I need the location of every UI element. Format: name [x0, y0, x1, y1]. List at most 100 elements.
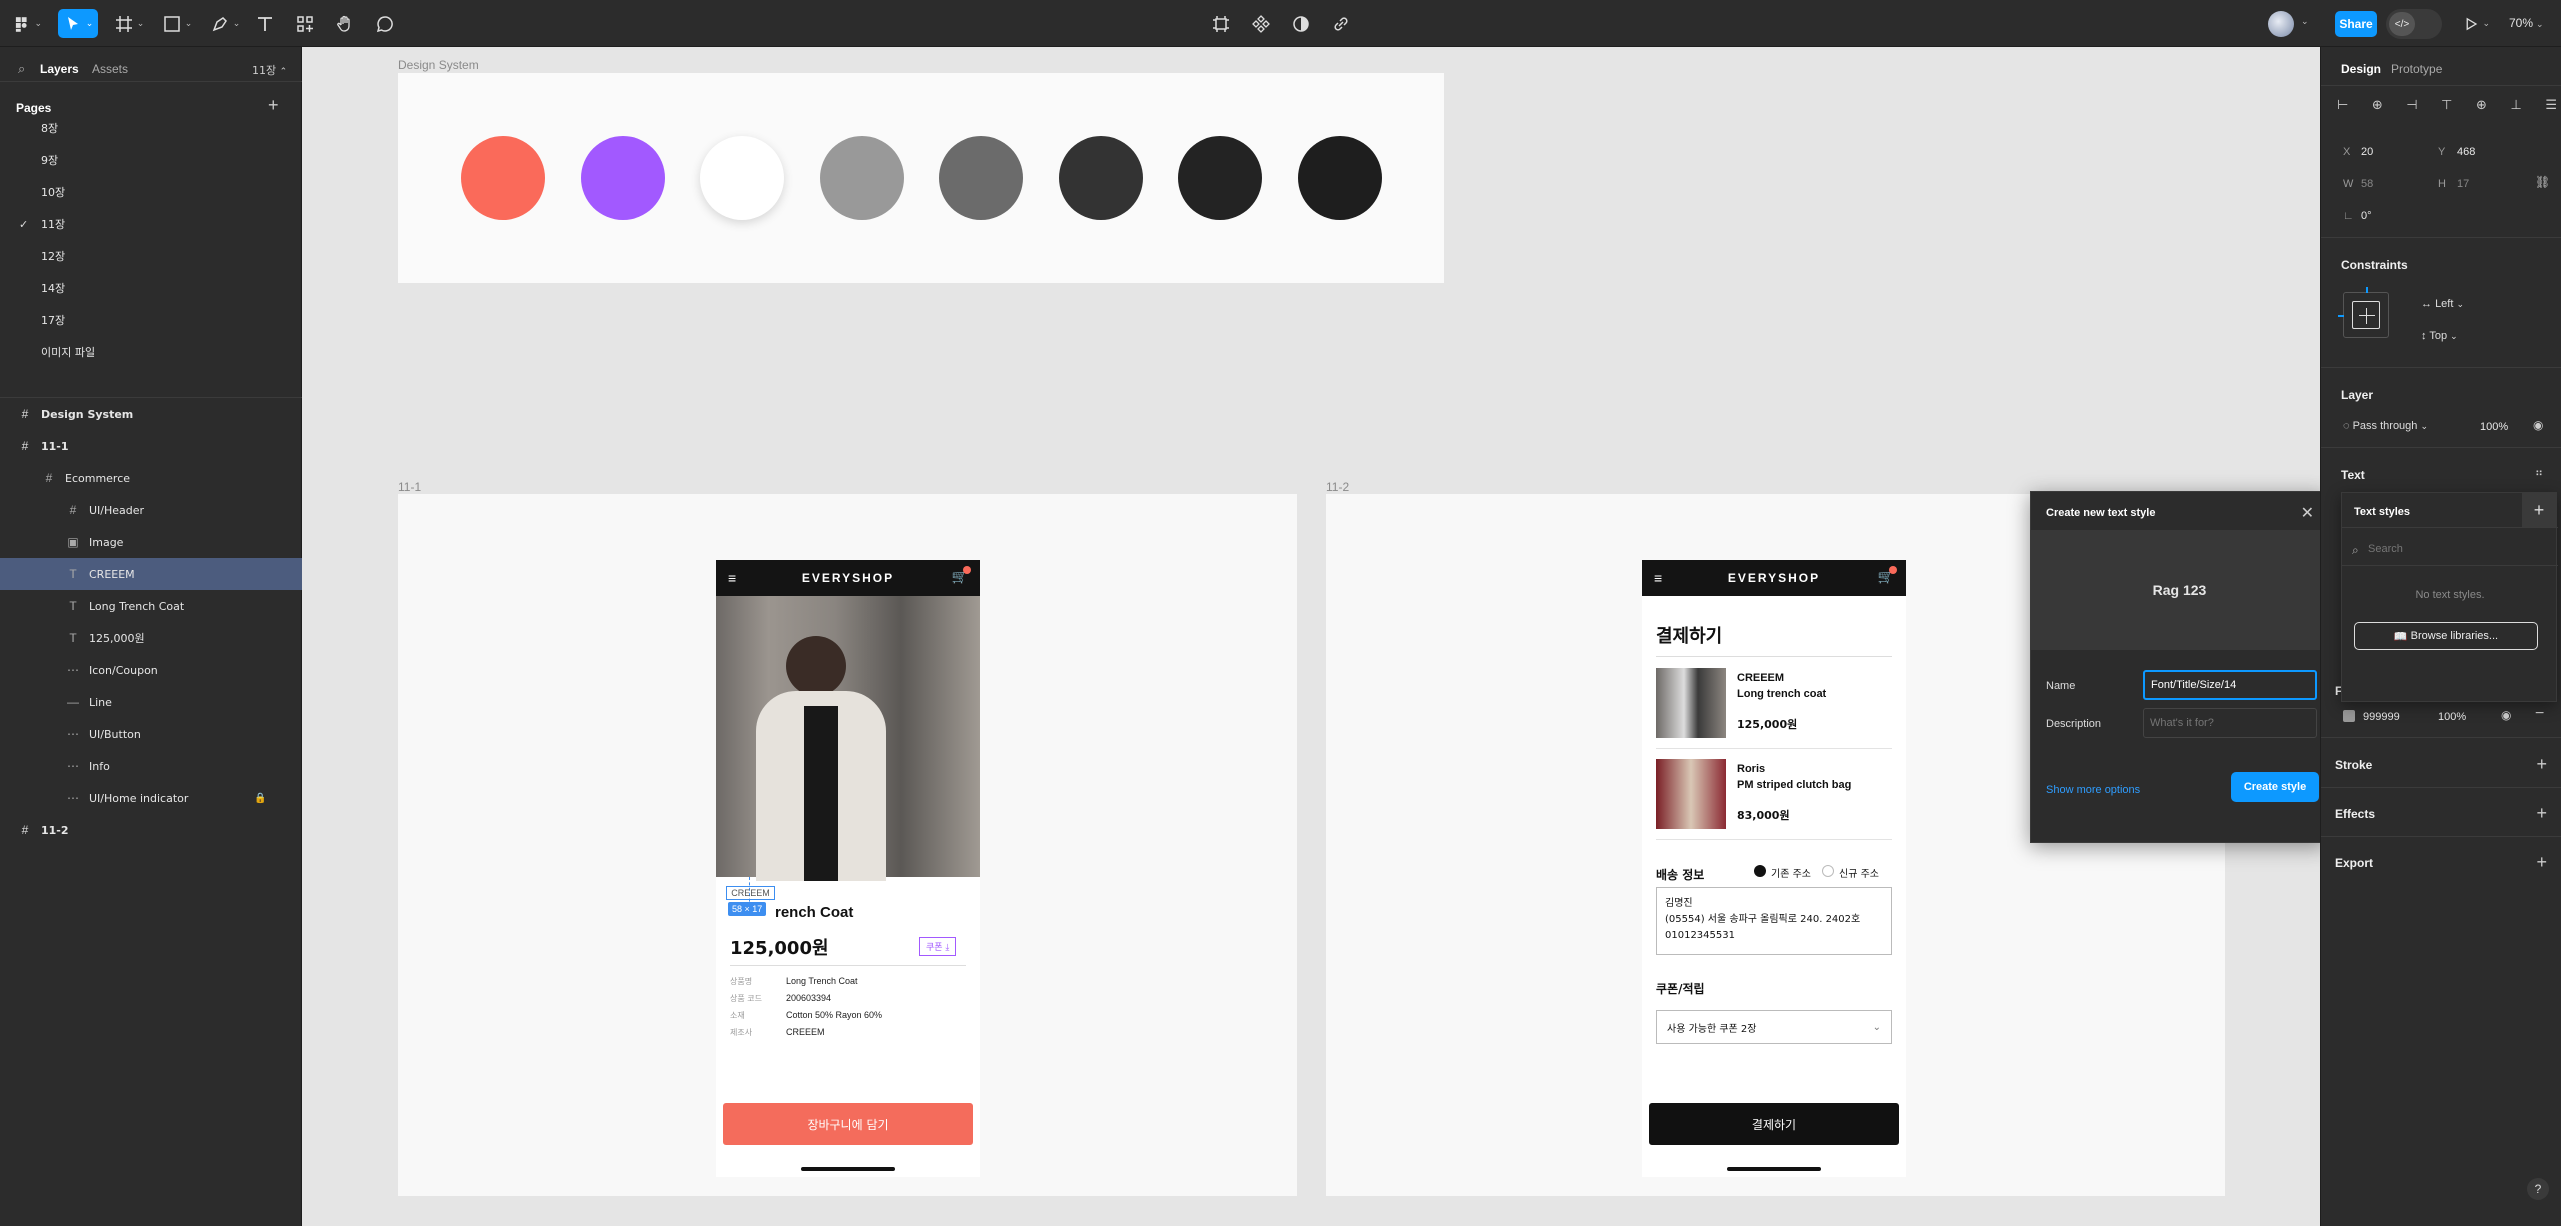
- add-stroke-icon[interactable]: +: [2536, 755, 2547, 773]
- layer-row[interactable]: #11-2: [0, 814, 302, 846]
- color-swatch[interactable]: [939, 136, 1023, 220]
- layer-row[interactable]: # UI/Header: [0, 494, 302, 526]
- align-left-icon[interactable]: ⊢: [2337, 97, 2348, 117]
- address-box[interactable]: 김명진 (05554) 서울 송파구 올림픽로 240. 2402호 01012…: [1656, 887, 1892, 955]
- layer-row[interactable]: ⋯ Info: [0, 750, 302, 782]
- constraint-horizontal-select[interactable]: ↔ Left ⌄: [2421, 298, 2464, 310]
- help-button[interactable]: ?: [2527, 1178, 2549, 1200]
- add-export-icon[interactable]: +: [2536, 853, 2547, 871]
- hamburger-menu-icon[interactable]: ≡: [1654, 570, 1662, 586]
- move-tool-button[interactable]: ⌄: [58, 9, 98, 38]
- coupon-select[interactable]: 사용 가능한 쿠폰 2장 ⌄: [1656, 1010, 1892, 1044]
- color-swatch[interactable]: [1178, 136, 1262, 220]
- page-item[interactable]: 12장: [0, 240, 302, 272]
- style-name-input[interactable]: [2143, 670, 2317, 700]
- constraint-vertical-select[interactable]: ↕ Top ⌄: [2421, 330, 2458, 342]
- layer-row[interactable]: — Line: [0, 686, 302, 718]
- phone-checkout[interactable]: ≡ EVERYSHOP 🛒 결제하기 배송 정보 기존 주소 신규 주소 김명진…: [1642, 560, 1906, 1177]
- page-item[interactable]: 17장: [0, 304, 302, 336]
- canvas[interactable]: Design System 11-1 11-2 ≡ EVERYSHOP 🛒 CR…: [303, 47, 2328, 1226]
- align-center-h-icon[interactable]: ⊕: [2372, 97, 2383, 117]
- color-swatch[interactable]: [819, 136, 904, 220]
- page-item[interactable]: 10장: [0, 176, 302, 208]
- w-input[interactable]: 58: [2361, 178, 2373, 190]
- h-input[interactable]: 17: [2457, 178, 2469, 190]
- layer-row[interactable]: T Long Trench Coat: [0, 590, 302, 622]
- frame-label-11-2[interactable]: 11-2: [1326, 480, 1349, 494]
- layer-row[interactable]: # Design System: [0, 398, 302, 430]
- frame-label-design-system[interactable]: Design System: [398, 58, 479, 72]
- page-item[interactable]: 8장: [0, 112, 302, 144]
- tab-assets[interactable]: Assets: [92, 62, 128, 76]
- layer-row[interactable]: #11-1: [0, 430, 302, 462]
- eye-icon[interactable]: ◉: [2533, 418, 2543, 432]
- resources-button[interactable]: [292, 9, 318, 38]
- style-description-input[interactable]: [2143, 708, 2317, 738]
- y-input[interactable]: 468: [2457, 146, 2475, 158]
- pen-tool-button[interactable]: ⌄: [208, 9, 242, 38]
- coupon-badge[interactable]: 쿠폰 ⤓: [919, 937, 957, 956]
- hand-tool-button[interactable]: [332, 9, 358, 38]
- add-text-style-icon[interactable]: +: [2522, 493, 2556, 527]
- hamburger-menu-icon[interactable]: ≡: [728, 570, 736, 586]
- browse-libraries-button[interactable]: 📖 Browse libraries...: [2354, 622, 2538, 650]
- style-grid-icon[interactable]: ⠶: [2535, 466, 2543, 479]
- text-styles-search-input[interactable]: [2368, 537, 2548, 561]
- x-input[interactable]: 20: [2361, 146, 2373, 158]
- page-item[interactable]: 14장: [0, 272, 302, 304]
- comment-tool-button[interactable]: [372, 9, 398, 38]
- color-swatch[interactable]: [461, 136, 545, 220]
- fill-hex-input[interactable]: 999999: [2363, 711, 2400, 723]
- add-effect-icon[interactable]: +: [2536, 804, 2547, 822]
- radio-new-address[interactable]: [1822, 865, 1834, 877]
- layer-opacity[interactable]: 100%: [2480, 421, 2508, 433]
- lock-icon[interactable]: 🔒: [254, 793, 266, 804]
- constrain-proportions-icon[interactable]: ⛓: [2535, 175, 2550, 189]
- zoom-level[interactable]: 70% ⌄: [2509, 16, 2544, 30]
- eye-icon[interactable]: ◉: [2501, 708, 2511, 722]
- layer-row[interactable]: ▣ Image: [0, 526, 302, 558]
- frame-selection-button[interactable]: [1208, 9, 1234, 38]
- align-top-icon[interactable]: ⊤: [2441, 97, 2452, 117]
- component-button[interactable]: [1248, 9, 1274, 38]
- layer-row[interactable]: ⋯ Icon/Coupon: [0, 654, 302, 686]
- rotation-input[interactable]: 0°: [2361, 210, 2372, 222]
- add-to-cart-button[interactable]: 장바구니에 담기: [723, 1103, 973, 1145]
- design-system-frame[interactable]: [398, 73, 1444, 283]
- page-item[interactable]: 이미지 파일: [0, 336, 302, 368]
- fill-opacity-input[interactable]: 100%: [2438, 711, 2466, 723]
- shape-tool-button[interactable]: ⌄: [160, 9, 194, 38]
- layer-row[interactable]: # Ecommerce: [0, 462, 302, 494]
- create-style-button[interactable]: Create style: [2231, 772, 2319, 802]
- remove-fill-icon[interactable]: −: [2535, 705, 2544, 723]
- dev-mode-toggle[interactable]: </>: [2386, 9, 2442, 39]
- distribute-icon[interactable]: ☰: [2545, 97, 2557, 117]
- link-button[interactable]: [1328, 9, 1354, 38]
- mask-button[interactable]: [1288, 9, 1314, 38]
- present-button[interactable]: ⌄: [2462, 9, 2490, 38]
- align-bottom-icon[interactable]: ⊥: [2510, 97, 2521, 117]
- constraints-widget[interactable]: [2338, 287, 2389, 338]
- frame-label-11-1[interactable]: 11-1: [398, 480, 421, 494]
- align-right-icon[interactable]: ⊣: [2406, 97, 2417, 117]
- tab-layers[interactable]: Layers: [40, 62, 79, 76]
- layer-row[interactable]: ⋯ UI/Home indicator 🔒: [0, 782, 302, 814]
- pay-button[interactable]: 결제하기: [1649, 1103, 1899, 1145]
- color-swatch[interactable]: [580, 136, 665, 220]
- radio-existing-address[interactable]: [1754, 865, 1766, 877]
- frame-tool-button[interactable]: ⌄: [112, 9, 146, 38]
- color-swatch[interactable]: [700, 136, 784, 220]
- search-icon[interactable]: ⌕: [18, 61, 25, 77]
- share-button[interactable]: Share: [2335, 11, 2377, 37]
- layer-row[interactable]: T 125,000원: [0, 622, 302, 654]
- page-item[interactable]: ✓ 11장: [0, 208, 302, 240]
- text-tool-button[interactable]: [252, 9, 278, 38]
- page-selector[interactable]: 11장 ⌃: [252, 62, 287, 78]
- page-item[interactable]: 9장: [0, 144, 302, 176]
- layer-row[interactable]: T CREEEM: [0, 558, 302, 590]
- blend-mode-select[interactable]: ◌ Pass through ⌄: [2343, 420, 2428, 432]
- user-avatar[interactable]: [2268, 11, 2294, 37]
- main-menu-button[interactable]: ⌄: [12, 9, 42, 38]
- layer-row[interactable]: ⋯ UI/Button: [0, 718, 302, 750]
- color-swatch[interactable]: [1297, 136, 1382, 220]
